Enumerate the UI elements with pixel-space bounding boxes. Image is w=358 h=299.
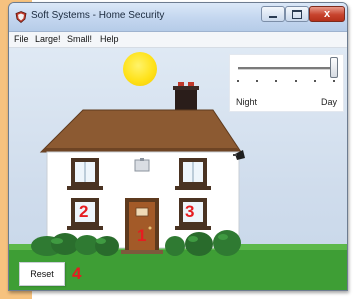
upstairs-right-window[interactable] — [175, 158, 211, 190]
menu-file[interactable]: File — [14, 34, 29, 44]
alarm-bell-icon — [134, 158, 150, 172]
close-button[interactable]: x — [309, 6, 345, 22]
menu-large[interactable]: Large! — [35, 34, 61, 44]
window-title: Soft Systems - Home Security — [31, 10, 165, 21]
room-label-window-right: 3 — [185, 202, 195, 221]
menu-bar: File Large! Small! Help — [9, 32, 347, 48]
shield-icon — [15, 11, 27, 23]
chimney — [173, 82, 199, 112]
house-scene: Night Day 2 3 1 Reset — [9, 48, 347, 290]
title-bar[interactable]: Soft Systems - Home Security x — [9, 3, 347, 32]
room-label-window-left: 2 — [79, 202, 89, 221]
reset-button-label: Reset — [30, 269, 54, 279]
minimize-icon — [269, 16, 277, 18]
minimize-button[interactable] — [261, 6, 285, 22]
close-icon: x — [323, 8, 331, 20]
menu-small[interactable]: Small! — [67, 34, 92, 44]
reset-callout-label: 4 — [72, 264, 82, 283]
room-label-door: 1 — [137, 226, 147, 245]
upstairs-left-window[interactable] — [67, 158, 103, 190]
reset-button[interactable]: Reset — [19, 262, 65, 286]
maximize-button[interactable] — [285, 6, 309, 22]
roof — [39, 109, 242, 153]
maximize-icon — [292, 9, 302, 19]
roof-shade — [41, 148, 241, 152]
menu-help[interactable]: Help — [100, 34, 119, 44]
house-illustration — [9, 82, 347, 290]
app-window: Soft Systems - Home Security x File Larg… — [8, 2, 348, 291]
